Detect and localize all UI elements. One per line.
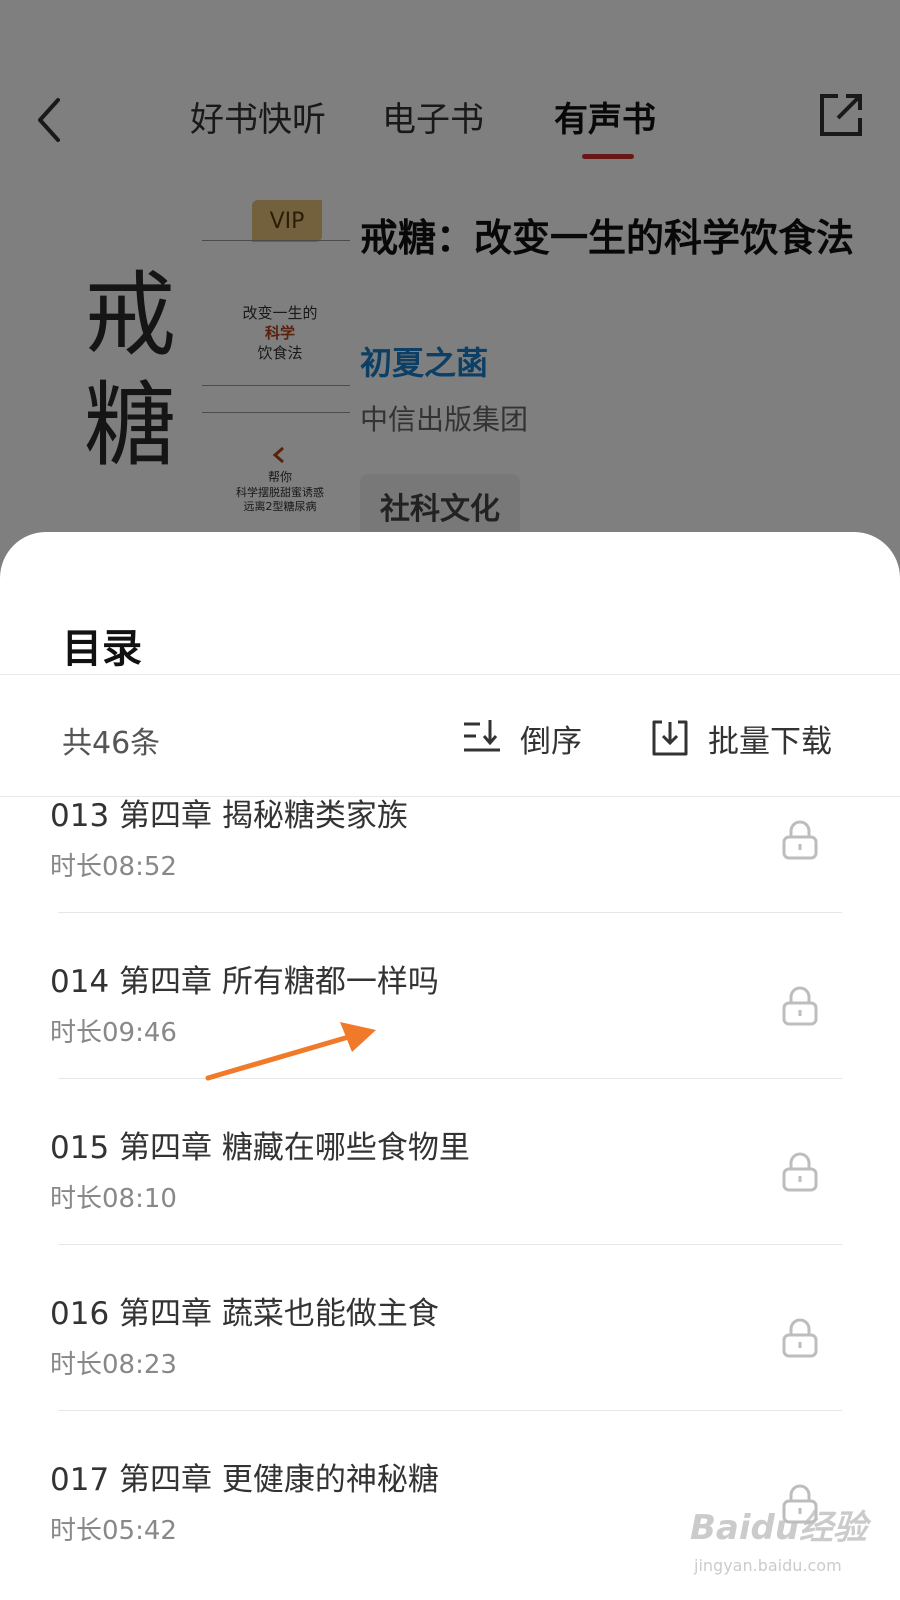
item-separator xyxy=(58,1410,842,1411)
download-icon xyxy=(652,720,688,756)
lock-icon xyxy=(782,986,818,1026)
chapter-item[interactable]: 014 第四章 所有糖都一样吗 时长09:46 xyxy=(0,956,900,1123)
chapter-duration: 时长08:23 xyxy=(50,1350,177,1380)
chapter-title: 014 第四章 所有糖都一样吗 xyxy=(50,964,439,1000)
batch-download-button[interactable]: 批量下载 xyxy=(650,708,832,768)
chapter-count: 共46条 xyxy=(62,726,161,761)
chapter-duration: 时长08:10 xyxy=(50,1184,177,1214)
app-root: 0:22 75 xyxy=(0,0,900,1600)
lock-icon xyxy=(782,1318,818,1358)
chapter-title: 016 第四章 蔬菜也能做主食 xyxy=(50,1296,439,1332)
lock-icon xyxy=(782,1152,818,1192)
chapter-duration: 时长05:42 xyxy=(50,1516,177,1546)
reverse-order-label: 倒序 xyxy=(520,723,582,760)
item-separator xyxy=(58,1078,842,1079)
sheet-divider xyxy=(0,674,900,675)
item-separator xyxy=(58,912,842,913)
catalog-toolbar: 共46条 倒序 批量下载 xyxy=(0,686,900,796)
chapter-title: 013 第四章 揭秘糖类家族 xyxy=(50,798,408,834)
chapter-item[interactable]: 015 第四章 糖藏在哪些食物里 时长08:10 xyxy=(0,1122,900,1289)
chapter-duration: 时长08:52 xyxy=(50,852,177,882)
watermark-main: Baidu经验 xyxy=(690,1508,868,1548)
chapter-item[interactable]: 013 第四章 揭秘糖类家族 时长08:52 xyxy=(0,790,900,957)
lock-icon xyxy=(782,820,818,860)
chapter-item[interactable]: 016 第四章 蔬菜也能做主食 时长08:23 xyxy=(0,1288,900,1455)
catalog-sheet: 目录 共46条 倒序 批量下载 013 第四章 揭秘糖类家族 时长08:52 0… xyxy=(0,532,900,1600)
reverse-order-button[interactable]: 倒序 xyxy=(462,708,582,768)
watermark-sub: jingyan.baidu.com xyxy=(694,1556,842,1575)
chapter-duration: 时长09:46 xyxy=(50,1018,177,1048)
batch-download-label: 批量下载 xyxy=(708,723,832,760)
chapter-title: 017 第四章 更健康的神秘糖 xyxy=(50,1462,439,1498)
baidu-watermark: Baidu经验 jingyan.baidu.com xyxy=(690,1500,890,1590)
sheet-title: 目录 xyxy=(62,626,142,672)
sort-icon xyxy=(464,720,500,752)
item-separator xyxy=(58,1244,842,1245)
chapter-title: 015 第四章 糖藏在哪些食物里 xyxy=(50,1130,470,1166)
